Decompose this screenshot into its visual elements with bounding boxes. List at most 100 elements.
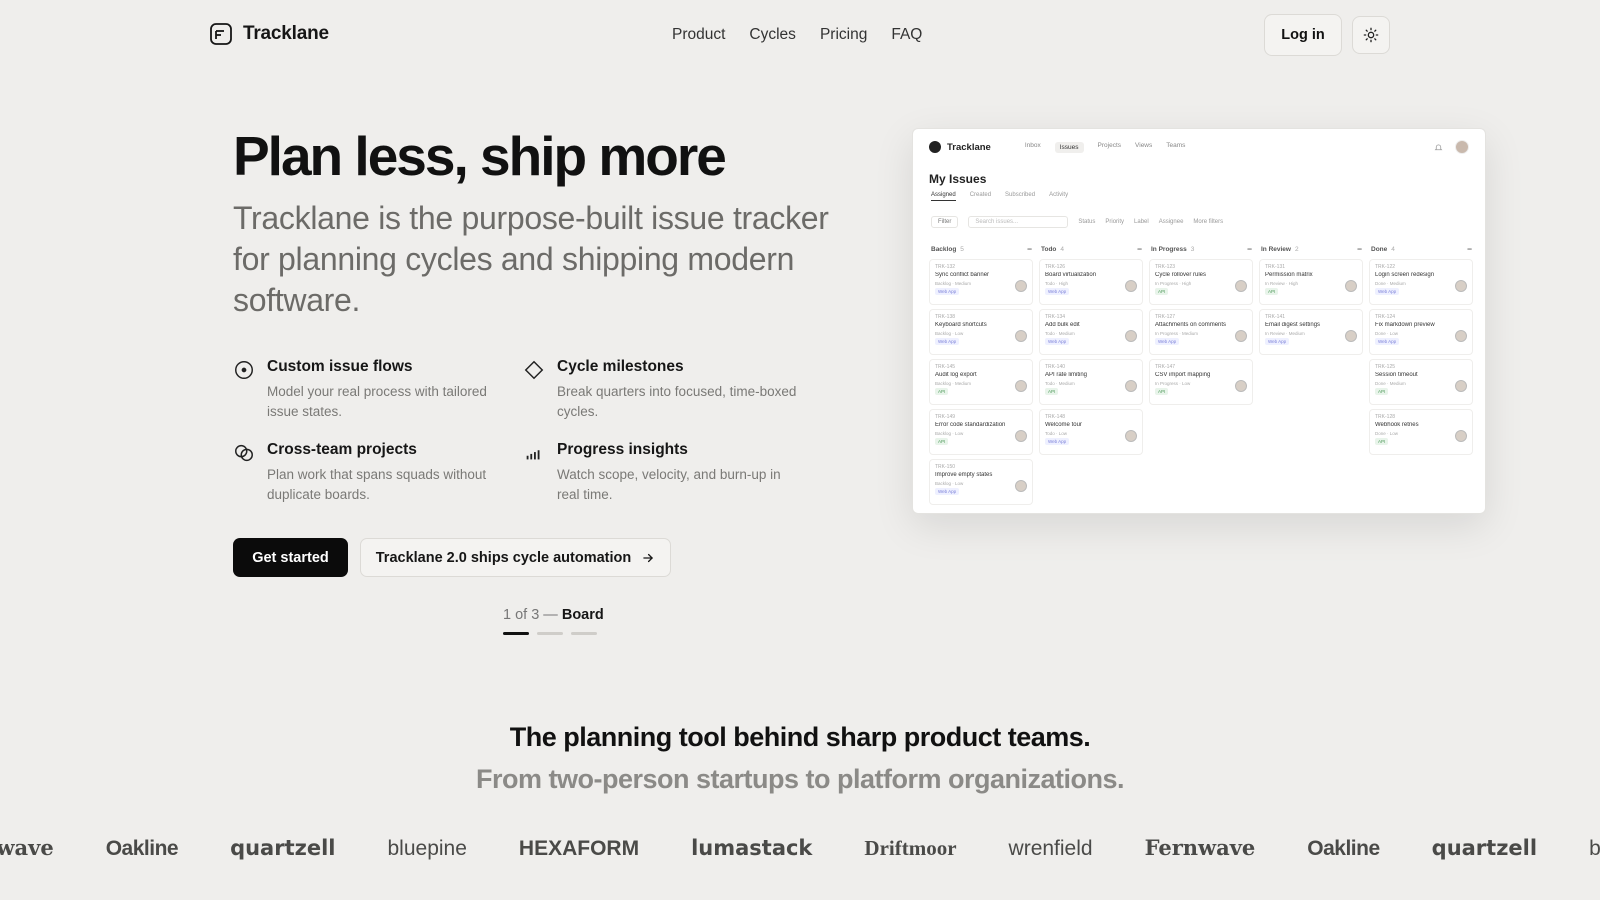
mock-issue-tag: API — [1375, 438, 1389, 445]
mock-column-title: Backlog 5 — [931, 246, 964, 253]
mock-issue-card: TRK-141 Email digest settings In Review · … — [1259, 309, 1363, 355]
mock-column: In Review 2 ••• TRK-131 Permission matrix In … — [1259, 246, 1363, 509]
mock-issue-meta: Backlog · Low — [935, 331, 964, 336]
mock-issue-tag: API — [935, 388, 949, 395]
mock-assignee-avatar — [1015, 330, 1027, 342]
mock-column-title: Todo 4 — [1041, 246, 1065, 253]
feature-item: Cross-team projects Plan work that spans… — [233, 441, 523, 505]
carousel-dot-2[interactable] — [537, 632, 563, 635]
mock-filter-chip: Assignee — [1158, 219, 1184, 225]
mock-issue-title: Improve empty states — [935, 472, 993, 478]
mock-issue-meta: Todo · High — [1045, 281, 1069, 286]
mock-nav: Inbox Issues Projects Views Teams — [1024, 141, 1185, 153]
mock-issue-id: TRK-140 — [1045, 364, 1066, 370]
mock-issue-title: Board virtualization — [1045, 272, 1097, 278]
mock-issue-id: TRK-131 — [1265, 264, 1286, 270]
mock-topbar: Tracklane Inbox Issues Projects Views Te… — [929, 139, 1469, 155]
mock-issue-meta: Backlog · Medium — [935, 281, 972, 286]
feature-grid: Custom issue flows Model your real proce… — [233, 358, 823, 505]
mock-issue-id: TRK-149 — [935, 414, 956, 420]
mock-issue-title: Add bulk edit — [1045, 322, 1080, 328]
mock-assignee-avatar — [1125, 430, 1137, 442]
mock-tab-subscribed: Subscribed — [1005, 192, 1036, 198]
mock-issue-meta: Todo · Medium — [1045, 331, 1075, 336]
mock-issue-card: TRK-126 Board virtualization Todo · High We… — [1039, 259, 1143, 305]
mock-assignee-avatar — [1125, 380, 1137, 392]
carousel-dot-3[interactable] — [571, 632, 597, 635]
mock-issue-id: TRK-127 — [1155, 314, 1176, 320]
announcement-button[interactable]: Tracklane 2.0 ships cycle automation — [360, 538, 671, 577]
mock-issue-title: Permission matrix — [1265, 272, 1313, 278]
mock-tab-assigned: Assigned — [931, 192, 956, 201]
mock-issue-title: Session timeout — [1375, 372, 1418, 378]
mock-issue-id: TRK-128 — [1375, 414, 1396, 420]
mock-assignee-avatar — [1345, 330, 1357, 342]
announcement-label: Tracklane 2.0 ships cycle automation — [375, 549, 632, 566]
mock-tabs: Assigned Created Subscribed Activity — [931, 192, 1068, 201]
customer-logo: Driftmoor — [864, 836, 957, 860]
mock-issue-title: Audit log export — [935, 372, 977, 378]
mock-topbar-right — [1434, 140, 1469, 154]
mock-issue-tag: API — [1045, 388, 1059, 395]
mock-issue-id: TRK-125 — [1375, 364, 1396, 370]
link-circles-icon — [235, 444, 253, 462]
mock-nav-inbox: Inbox — [1024, 141, 1041, 149]
brand-logo[interactable]: Tracklane — [209, 22, 329, 46]
nav-link-cycles[interactable]: Cycles — [749, 26, 796, 44]
mock-nav-projects: Projects — [1097, 141, 1122, 149]
mock-assignee-avatar — [1235, 280, 1247, 292]
mock-assignee-avatar — [1235, 330, 1247, 342]
mock-column: Todo 4 ••• TRK-126 Board virtualization Todo … — [1039, 246, 1143, 509]
more-icon: ••• — [1027, 246, 1032, 253]
customer-logo: quartzell — [1431, 836, 1538, 860]
mock-column-title: In Progress 3 — [1151, 246, 1195, 253]
nav-link-product[interactable]: Product — [672, 26, 725, 44]
mock-logo-icon — [929, 141, 941, 153]
mock-issue-card: TRK-148 Welcome tour Todo · Low Web App — [1039, 409, 1143, 455]
mock-assignee-avatar — [1345, 280, 1357, 292]
mock-assignee-avatar — [1235, 380, 1247, 392]
mock-issue-id: TRK-134 — [1045, 314, 1066, 320]
bell-icon — [1434, 144, 1443, 150]
mock-issue-card: TRK-127 Attachments on comments In Progres… — [1149, 309, 1253, 355]
mock-column-count: 3 — [1190, 246, 1195, 253]
carousel-dot-1[interactable] — [503, 632, 529, 635]
hero-title: Plan less, ship more — [233, 125, 727, 187]
target-icon — [235, 361, 253, 379]
pager-position: 1 of 3 — — [503, 607, 558, 623]
mock-issue-tag: Web App — [935, 338, 960, 345]
bar-chart-icon — [526, 450, 540, 460]
nav-link-pricing[interactable]: Pricing — [820, 26, 867, 44]
mock-issue-tag: Web App — [1375, 288, 1400, 295]
mock-column-header: Todo 4 ••• — [1039, 246, 1143, 253]
mock-issue-title: Cycle rollover rules — [1155, 272, 1207, 278]
nav-link-faq[interactable]: FAQ — [891, 26, 922, 44]
hero-subtitle: Tracklane is the purpose-built issue tra… — [233, 200, 829, 318]
mock-issue-card: TRK-128 Webhook retries Done · Low API — [1369, 409, 1473, 455]
login-button[interactable]: Log in — [1264, 14, 1342, 56]
mock-issue-meta: Todo · Low — [1045, 431, 1068, 436]
customer-logo: bluepine — [1589, 837, 1600, 860]
get-started-button[interactable]: Get started — [233, 538, 348, 577]
mock-avatar — [1455, 140, 1469, 154]
mock-column-title: Done 4 — [1371, 246, 1395, 253]
carousel-pager-text: 1 of 3 — Board — [503, 607, 604, 623]
mock-issue-meta: In Progress · Low — [1155, 381, 1191, 386]
mock-issue-card: TRK-140 API rate limiting Todo · Medium API — [1039, 359, 1143, 405]
feature-item: Cycle milestones Break quarters into foc… — [523, 358, 813, 422]
mock-issue-meta: In Review · High — [1265, 281, 1299, 286]
mock-issue-card: TRK-122 Login screen redesign Done · Mediu… — [1369, 259, 1473, 305]
mock-filter-chip: Status — [1078, 219, 1096, 225]
theme-toggle-button[interactable] — [1352, 16, 1390, 54]
customer-logo: Fernwave — [0, 835, 54, 860]
mock-issue-tag: API — [1155, 388, 1169, 395]
mock-filter-chip: Priority — [1105, 219, 1125, 225]
mock-issue-card: TRK-134 Add bulk edit Todo · Medium Web App — [1039, 309, 1143, 355]
mock-filter-button: Filter — [931, 216, 959, 228]
mock-column-count: 5 — [960, 246, 964, 253]
feature-title: Progress insights — [557, 441, 688, 458]
mock-issue-tag: Web App — [1265, 338, 1290, 345]
mock-issue-card: TRK-149 Error code standardization Backlog… — [929, 409, 1033, 455]
mock-issue-meta: Backlog · Low — [935, 431, 964, 436]
mock-column-count: 4 — [1060, 246, 1065, 253]
